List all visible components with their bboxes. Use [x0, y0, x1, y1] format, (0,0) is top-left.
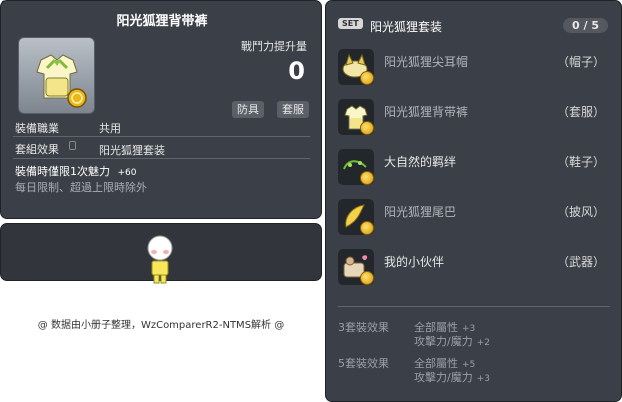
set-item-row[interactable]: 大自然的羁绊 （鞋子）: [338, 147, 613, 187]
set-item-category: （武器）: [556, 255, 605, 269]
item-tooltip-panel: 阳光狐狸背带裤 戰鬥力提升量 0 防具 套服 裝備職業 共用 套組效果 阳光狐狸…: [0, 0, 322, 219]
power-gain-label: 戰鬥力提升量: [241, 40, 307, 53]
coin-icon: [360, 71, 374, 85]
divider: [13, 158, 310, 159]
set-item-category: （鞋子）: [556, 155, 605, 169]
set-item-row[interactable]: 阳光狐狸背带裤 （套服）: [338, 97, 613, 137]
limit-note: 每日限制、超過上限時除外: [15, 181, 147, 194]
set-item-name: 大自然的羁绊: [384, 155, 457, 169]
set-count-badge: 0 / 5: [563, 18, 608, 33]
footer-credit: @ 数据由小册子整理，WzComparerR2-NTMS解析 @: [37, 320, 285, 331]
set-effect-5-line-2: 攻擊力/魔力 +3: [414, 369, 490, 385]
item-title: 阳光狐狸背带裤: [116, 14, 208, 29]
set-item-name: 我的小伙伴: [384, 255, 445, 269]
set-effect-3-line-2: 攻擊力/魔力 +2: [414, 333, 490, 349]
coin-icon: [360, 121, 374, 135]
character-avatar-icon: [147, 235, 173, 284]
set-item-icon-frame: [338, 49, 374, 85]
divider: [338, 306, 610, 307]
set-badge: SET: [338, 18, 363, 29]
job-label: 裝備職業: [15, 122, 59, 135]
set-item-row[interactable]: 我的小伙伴 （武器）: [338, 247, 613, 287]
set-title: 阳光狐狸套装: [370, 20, 443, 34]
power-gain-value: 0: [288, 57, 305, 85]
set-effect-value: 阳光狐狸套装: [99, 144, 165, 157]
equip-bonus: 裝備時僅限1次魅力 +60: [15, 163, 137, 179]
effect-stat: 攻擊力/魔力: [414, 371, 473, 384]
effect-value: +3: [476, 374, 490, 384]
set-item-category: （套服）: [556, 105, 605, 119]
tag-overall: 套服: [277, 101, 309, 118]
coin-icon: [360, 171, 374, 185]
set-item-name: 阳光狐狸尖耳帽: [384, 55, 469, 69]
job-value: 共用: [99, 122, 121, 135]
equip-bonus-text: 裝備時僅限1次魅力: [15, 165, 110, 178]
character-preview-panel: [0, 223, 322, 284]
equip-bonus-value: +60: [117, 168, 137, 178]
set-item-row[interactable]: 阳光狐狸尾巴 （披风）: [338, 197, 613, 237]
set-item-row[interactable]: 阳光狐狸尖耳帽 （帽子）: [338, 47, 613, 87]
set-effect-label: 套組效果: [15, 143, 59, 156]
set-item-name: 阳光狐狸背带裤: [384, 105, 469, 119]
set-effect-5-count: 5套裝效果: [338, 357, 389, 370]
lock-icon: [69, 141, 76, 150]
divider: [13, 136, 310, 137]
coin-icon: [360, 271, 374, 285]
set-info-panel: SET 阳光狐狸套装 0 / 5 阳光狐狸尖耳帽 （帽子） 阳光狐狸背带裤 （套…: [325, 0, 622, 402]
tag-armor: 防具: [232, 101, 264, 118]
item-icon-frame: [18, 37, 95, 114]
set-item-icon-frame: [338, 149, 374, 185]
set-item-icon-frame: [338, 199, 374, 235]
effect-value: +2: [476, 338, 490, 348]
set-item-icon-frame: [338, 249, 374, 285]
set-item-icon-frame: [338, 99, 374, 135]
effect-stat: 攻擊力/魔力: [414, 335, 473, 348]
overalls-icon: [36, 54, 87, 108]
coin-icon: [360, 221, 374, 235]
set-item-category: （帽子）: [556, 55, 605, 69]
set-effect-3-count: 3套裝效果: [338, 321, 389, 334]
set-item-category: （披风）: [556, 205, 605, 219]
set-item-name: 阳光狐狸尾巴: [384, 205, 457, 219]
